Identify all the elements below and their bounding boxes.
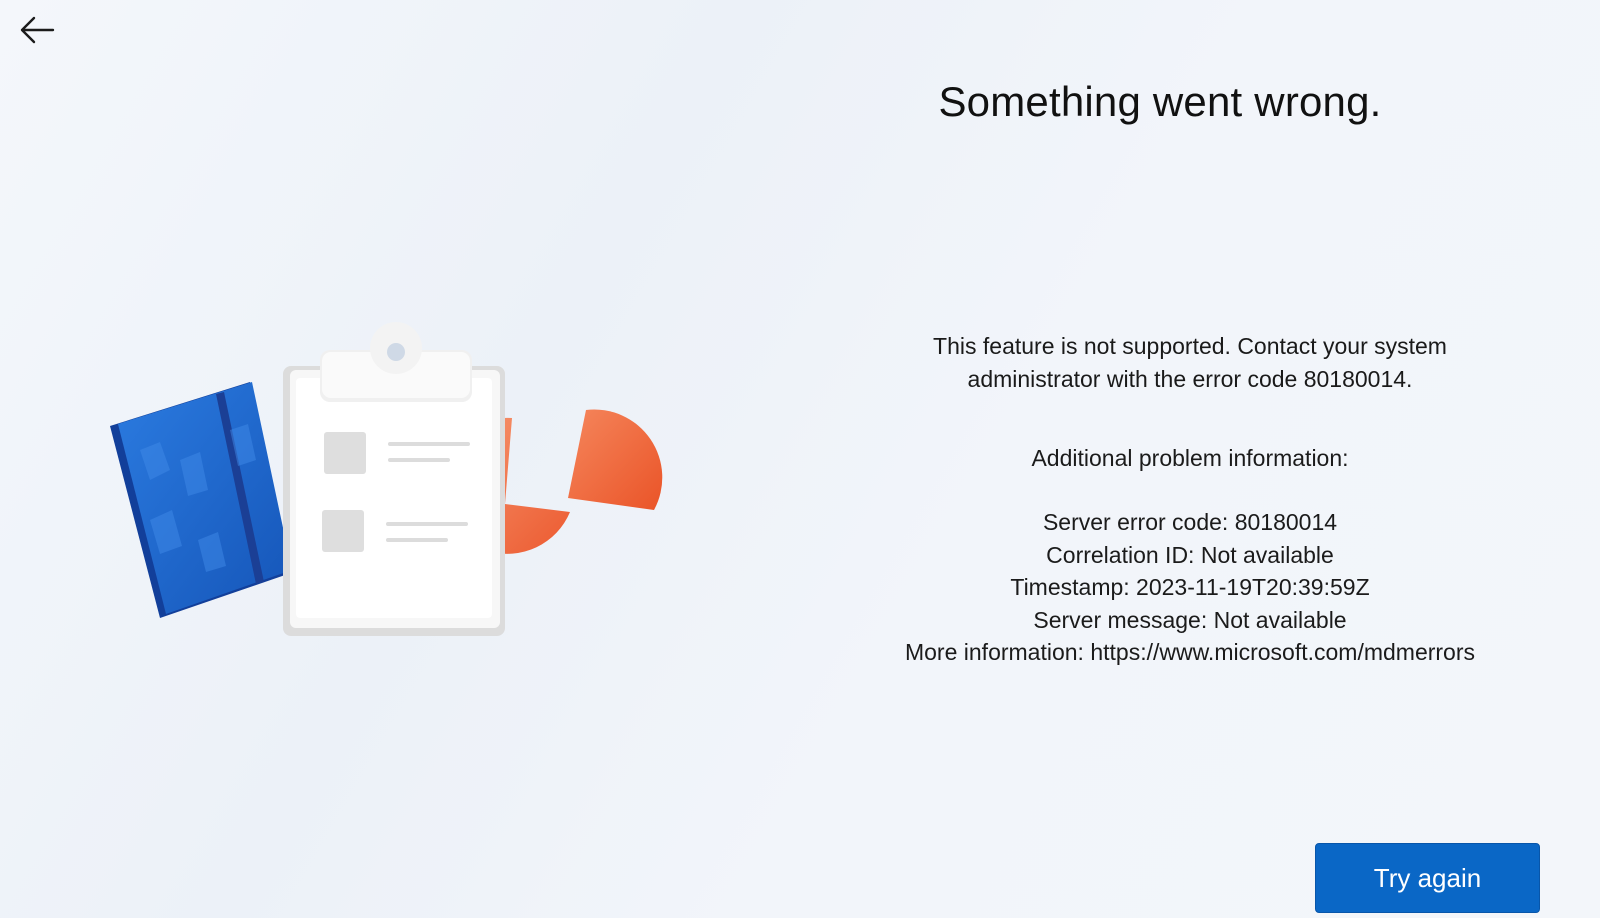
- error-message-line: administrator with the error code 801800…: [967, 366, 1413, 392]
- server-error-code: Server error code: 80180014: [1042, 509, 1338, 535]
- error-details: Server error code: 80180014 Correlation …: [780, 506, 1600, 669]
- back-button[interactable]: [14, 10, 60, 50]
- arrow-left-icon: [20, 16, 55, 44]
- notebook-icon: [110, 382, 292, 618]
- error-message-line: This feature is not supported. Contact y…: [933, 333, 1447, 359]
- correlation-id: Correlation ID: Not available: [1046, 541, 1334, 568]
- error-message: This feature is not supported. Contact y…: [780, 330, 1600, 396]
- clipboard-illustration: [110, 322, 663, 636]
- server-message: Server message: Not available: [1033, 606, 1347, 633]
- additional-info-heading: Additional problem information:: [1031, 445, 1349, 471]
- page-title: Something went wrong.: [938, 78, 1382, 125]
- error-page: Something went wrong. This feature is no…: [0, 0, 1600, 918]
- more-information: More information: https://www.microsoft.…: [904, 639, 1476, 665]
- timestamp: Timestamp: 2023-11-19T20:39:59Z: [1010, 574, 1370, 600]
- clipboard-icon: [283, 322, 505, 636]
- try-again-button[interactable]: Try again: [1315, 843, 1540, 913]
